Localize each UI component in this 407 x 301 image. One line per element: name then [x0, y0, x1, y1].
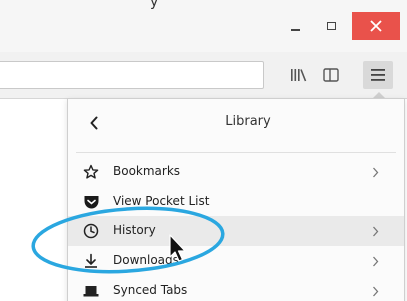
library-item-label: Downloads: [113, 253, 179, 267]
library-item-label: Bookmarks: [113, 164, 181, 178]
close-button[interactable]: [352, 12, 400, 40]
library-title-text: Library: [225, 114, 271, 129]
separator: [76, 152, 396, 153]
minimize-icon: [290, 29, 300, 31]
hamburger-menu-icon: [371, 69, 385, 81]
chevron-right-icon: [370, 224, 380, 238]
library-panel-title: Library: [68, 114, 404, 129]
pocket-icon: [82, 193, 100, 211]
library-item-label: View Pocket List: [113, 194, 210, 208]
open-menu-button[interactable]: [363, 61, 393, 89]
library-item-pocket[interactable]: View Pocket List: [68, 187, 404, 217]
library-item-synced-tabs[interactable]: Synced Tabs: [68, 276, 404, 301]
library-item-label: History: [113, 223, 156, 237]
library-item-label: Synced Tabs: [113, 283, 188, 297]
chevron-right-icon: [370, 165, 380, 179]
browser-window: y Library Bookmarks View Pocket List His…: [0, 0, 407, 301]
sidebar-icon: [323, 68, 339, 82]
minimize-button[interactable]: [282, 12, 308, 40]
navigation-toolbar: [0, 52, 407, 99]
library-button[interactable]: [285, 61, 313, 89]
close-icon: [370, 20, 382, 32]
maximize-button[interactable]: [318, 12, 344, 40]
url-bar[interactable]: [0, 61, 264, 89]
chevron-right-icon: [370, 254, 380, 268]
star-icon: [82, 163, 100, 181]
title-bar: y: [0, 0, 407, 52]
library-panel: Library Bookmarks View Pocket List Histo…: [67, 98, 405, 301]
library-item-bookmarks[interactable]: Bookmarks: [68, 157, 404, 187]
library-panel-header: Library: [68, 99, 404, 149]
maximize-icon: [326, 22, 336, 30]
sidebar-button[interactable]: [317, 61, 345, 89]
clock-icon: [82, 222, 100, 240]
chevron-right-icon: [370, 284, 380, 298]
library-icon: [291, 69, 307, 82]
library-item-history[interactable]: History: [68, 216, 404, 246]
download-icon: [82, 252, 100, 270]
library-item-downloads[interactable]: Downloads: [68, 246, 404, 276]
window-title: y: [150, 0, 159, 10]
synced-tabs-icon: [82, 282, 100, 300]
